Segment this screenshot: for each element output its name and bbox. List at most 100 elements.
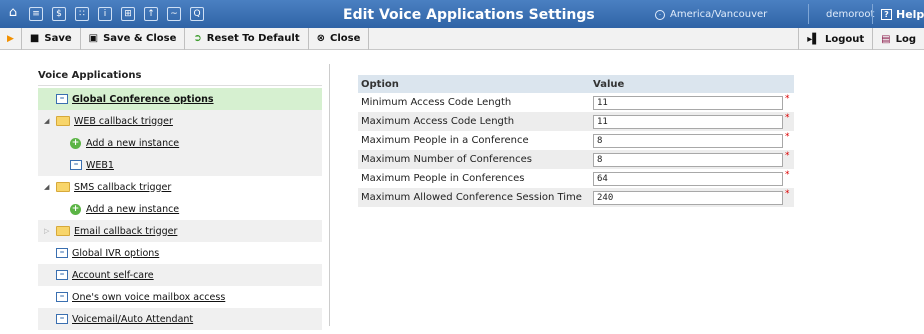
tree-item-web-add-instance[interactable]: + Add a new instance bbox=[38, 132, 322, 154]
column-header-value: Value bbox=[590, 75, 794, 93]
max-number-conferences-input[interactable]: 8 bbox=[593, 152, 783, 167]
tree-item-sms-callback[interactable]: ◢ SMS callback trigger bbox=[38, 176, 322, 198]
save-close-button[interactable]: ▣ Save & Close bbox=[81, 27, 186, 50]
reset-default-button[interactable]: ➲ Reset To Default bbox=[185, 27, 309, 50]
tree-item-label: Voicemail/Auto Attendant bbox=[72, 313, 194, 325]
tree-item-web1[interactable]: ═ WEB1 bbox=[38, 154, 322, 176]
tree-item-global-ivr[interactable]: ═ Global IVR options bbox=[38, 242, 322, 264]
required-marker: * bbox=[785, 112, 790, 123]
table-row: Maximum Allowed Conference Session Time … bbox=[358, 188, 794, 207]
current-user[interactable]: demoroot bbox=[826, 9, 874, 20]
max-access-code-length-input[interactable]: 11 bbox=[593, 114, 783, 129]
log-button[interactable]: ▤ Log bbox=[872, 28, 924, 50]
document-icon: ═ bbox=[56, 94, 68, 104]
table-row: Maximum People in Conferences 64 * bbox=[358, 169, 794, 188]
table-row: Maximum People in a Conference 8 * bbox=[358, 131, 794, 150]
floppy-close-icon: ▣ bbox=[88, 33, 99, 44]
reset-icon: ➲ bbox=[193, 33, 202, 44]
close-icon: ⊗ bbox=[316, 33, 326, 44]
tree-item-label: Email callback trigger bbox=[74, 225, 178, 237]
help-button[interactable]: ? Help bbox=[881, 8, 924, 21]
timezone[interactable]: · America/Vancouver bbox=[655, 9, 767, 20]
table-header: Option Value bbox=[358, 75, 794, 93]
tree-item-label: SMS callback trigger bbox=[74, 181, 172, 193]
max-people-conference-input[interactable]: 8 bbox=[593, 133, 783, 148]
folder-icon bbox=[56, 226, 70, 236]
document-icon: ═ bbox=[56, 270, 68, 280]
required-marker: * bbox=[785, 93, 790, 104]
tree-item-email-callback[interactable]: ▷ Email callback trigger bbox=[38, 220, 322, 242]
panel-divider bbox=[329, 64, 330, 326]
search-icon[interactable]: Q bbox=[190, 7, 204, 21]
save-label: Save bbox=[44, 33, 72, 44]
table-row: Maximum Number of Conferences 8 * bbox=[358, 150, 794, 169]
required-marker: * bbox=[785, 131, 790, 142]
logout-button[interactable]: ▸▌ Logout bbox=[798, 28, 872, 50]
tree-item-label: WEB callback trigger bbox=[74, 115, 173, 127]
required-marker: * bbox=[785, 150, 790, 161]
close-label: Close bbox=[330, 33, 361, 44]
close-button[interactable]: ⊗ Close bbox=[309, 27, 370, 50]
document-icon: ═ bbox=[56, 314, 68, 324]
reset-label: Reset To Default bbox=[206, 33, 300, 44]
max-session-time-input[interactable]: 240 bbox=[593, 190, 783, 205]
grid-icon[interactable]: ∷ bbox=[75, 7, 89, 21]
tree-heading: Voice Applications bbox=[38, 70, 322, 86]
required-marker: * bbox=[785, 169, 790, 180]
tree-item-voice-mailbox[interactable]: ═ One's own voice mailbox access bbox=[38, 286, 322, 308]
toolbar: ▶ ■ Save ▣ Save & Close ➲ Reset To Default … bbox=[0, 27, 924, 50]
config-icon[interactable]: ⊞ bbox=[121, 7, 135, 21]
divider bbox=[872, 4, 873, 24]
help-label: Help bbox=[896, 8, 924, 21]
required-marker: * bbox=[785, 188, 790, 199]
add-icon: + bbox=[70, 137, 81, 149]
person-icon[interactable]: i bbox=[98, 7, 112, 21]
option-label: Maximum Number of Conferences bbox=[358, 150, 590, 169]
log-icon: ▤ bbox=[881, 33, 891, 45]
tree-item-web-callback[interactable]: ◢ WEB callback trigger bbox=[38, 110, 322, 132]
column-header-option: Option bbox=[358, 75, 590, 93]
tree-item-voicemail-auto-attendant[interactable]: ═ Voicemail/Auto Attendant bbox=[38, 308, 322, 330]
save-button[interactable]: ■ Save bbox=[22, 27, 81, 50]
settings-table: Option Value Minimum Access Code Length … bbox=[358, 75, 794, 207]
timezone-label: America/Vancouver bbox=[670, 9, 768, 20]
home-icon[interactable]: ⌂ bbox=[6, 6, 20, 21]
option-label: Maximum Access Code Length bbox=[358, 112, 590, 131]
divider bbox=[808, 4, 809, 24]
upload-icon[interactable]: ↑ bbox=[144, 7, 158, 21]
tree-item-sms-add-instance[interactable]: + Add a new instance bbox=[38, 198, 322, 220]
tree-item-label: Global IVR options bbox=[72, 247, 160, 259]
play-arrow-icon: ▶ bbox=[0, 27, 22, 50]
logout-icon: ▸▌ bbox=[807, 33, 820, 45]
tree-item-label: Add a new instance bbox=[86, 137, 180, 149]
document-icon: ═ bbox=[56, 248, 68, 258]
voice-applications-tree: Voice Applications ═ Global Conference op… bbox=[38, 70, 322, 330]
add-icon: + bbox=[70, 203, 81, 215]
clock-icon: · bbox=[655, 9, 665, 20]
chart-icon[interactable]: ~ bbox=[167, 7, 181, 21]
folder-icon bbox=[56, 182, 70, 192]
expand-arrow-icon[interactable]: ◢ bbox=[44, 183, 54, 191]
document-icon: ═ bbox=[56, 292, 68, 302]
collapsed-arrow-icon[interactable]: ▷ bbox=[44, 227, 54, 235]
billing-icon[interactable]: $ bbox=[52, 7, 66, 21]
tree-item-label: One's own voice mailbox access bbox=[72, 291, 226, 303]
table-row: Maximum Access Code Length 11 * bbox=[358, 112, 794, 131]
tree-item-label: Account self-care bbox=[72, 269, 154, 281]
expand-arrow-icon[interactable]: ◢ bbox=[44, 117, 54, 125]
option-label: Maximum People in Conferences bbox=[361, 173, 525, 184]
min-access-code-length-input[interactable]: 11 bbox=[593, 95, 783, 110]
option-label: Maximum People in a Conference bbox=[361, 135, 529, 146]
max-people-conferences-input[interactable]: 64 bbox=[593, 171, 783, 186]
tree-item-global-conference[interactable]: ═ Global Conference options bbox=[38, 88, 322, 110]
list-icon[interactable]: ≡ bbox=[29, 7, 43, 21]
tree-item-account-self-care[interactable]: ═ Account self-care bbox=[38, 264, 322, 286]
document-icon: ═ bbox=[70, 160, 82, 170]
tree-item-label: WEB1 bbox=[86, 159, 114, 171]
top-bar: ⌂ ≡ $ ∷ i ⊞ ↑ ~ Q Edit Voice Application… bbox=[0, 0, 924, 28]
folder-icon bbox=[56, 116, 70, 126]
page-title: Edit Voice Applications Settings bbox=[343, 7, 595, 23]
table-row: Minimum Access Code Length 11 * bbox=[358, 93, 794, 112]
option-label: Maximum Allowed Conference Session Time bbox=[358, 188, 590, 207]
toolbar-right: ▸▌ Logout ▤ Log bbox=[798, 28, 924, 50]
